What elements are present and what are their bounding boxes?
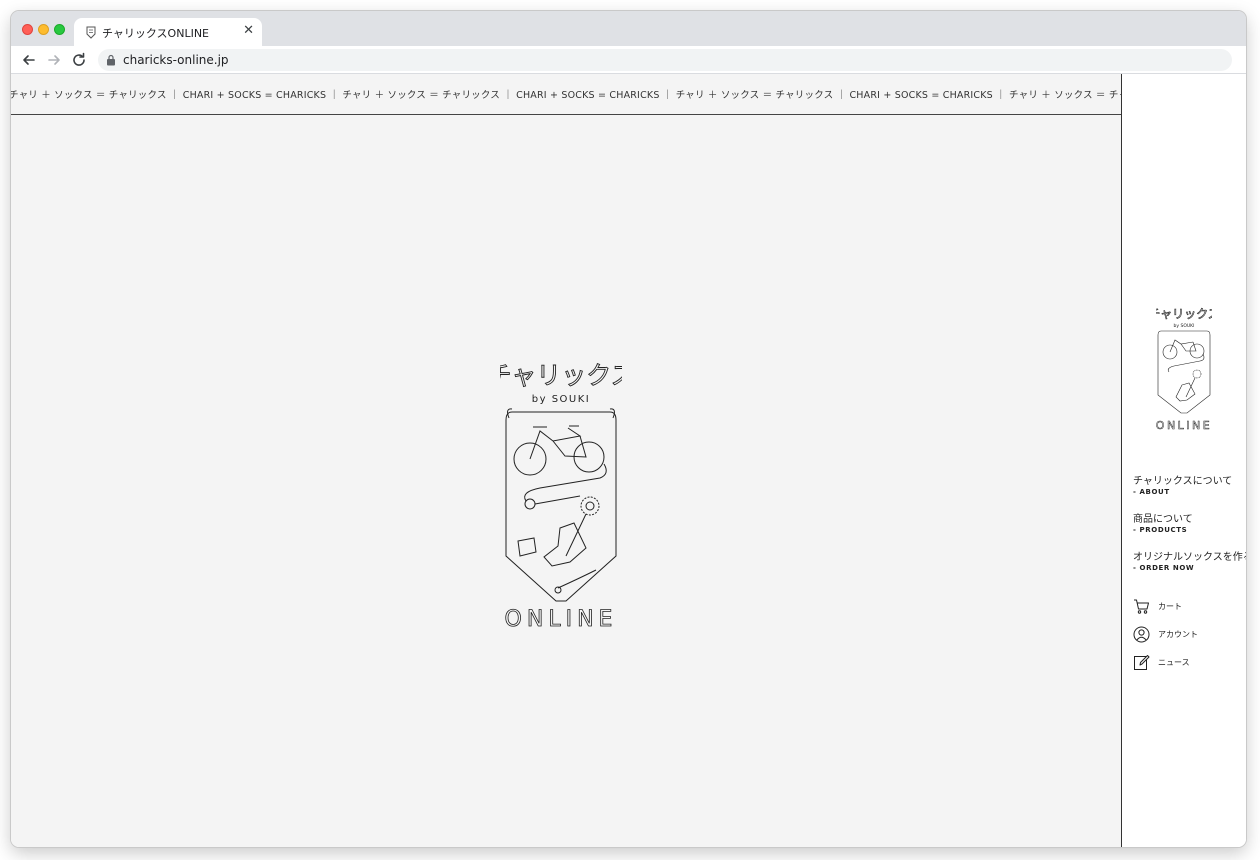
main-area: チャリ ＋ ソックス ＝ チャリックス ｜ CHARI + SOCKS = CH… (11, 74, 1121, 847)
menu-item-about[interactable]: チャリックスについて - ABOUT (1133, 472, 1232, 496)
marquee-ticker: チャリ ＋ ソックス ＝ チャリックス ｜ CHARI + SOCKS = CH… (11, 74, 1121, 115)
menu-item-label: 商品について (1133, 514, 1193, 525)
menu-item-products[interactable]: 商品について - PRODUCTS (1133, 510, 1193, 534)
sidebar-logo[interactable]: チャリックス by SOUKI ONLINE (1156, 305, 1212, 431)
logo-byline: by SOUKI (532, 394, 591, 405)
lock-icon[interactable] (106, 54, 116, 66)
menu-item-order-now[interactable]: オリジナルソックスを作る - ORDER NOW (1133, 548, 1246, 572)
page-content: チャリ ＋ ソックス ＝ チャリックス ｜ CHARI + SOCKS = CH… (11, 74, 1246, 847)
ticker-text: チャリ ＋ ソックス ＝ チャリックス ｜ CHARI + SOCKS = CH… (11, 90, 1121, 101)
menu-item-label: チャリックスについて (1133, 476, 1233, 487)
browser-toolbar: charicks-online.jp (11, 46, 1246, 74)
browser-tab[interactable]: チャリックスONLINE ✕ (74, 18, 262, 46)
browser-window: チャリックスONLINE ✕ charicks-online.jp チャリ ＋ … (11, 11, 1246, 847)
account-icon (1133, 626, 1150, 643)
sidebar-logo-title: チャリックス (1156, 307, 1212, 321)
cart-label: カート (1158, 602, 1182, 611)
menu-item-sublabel: - ORDER NOW (1133, 564, 1195, 572)
minimize-window-button[interactable] (38, 24, 49, 35)
address-bar[interactable]: charicks-online.jp (98, 49, 1232, 71)
reload-icon[interactable] (70, 51, 88, 69)
sidebar: チャリックス by SOUKI ONLINE チャリックスについて - ABOU… (1121, 74, 1246, 847)
site-favicon-icon (86, 26, 96, 39)
sidebar-logo-bottom: ONLINE (1156, 419, 1212, 431)
tab-bar: チャリックスONLINE ✕ (11, 11, 1246, 46)
maximize-window-button[interactable] (54, 24, 65, 35)
news-icon (1134, 655, 1150, 670)
charicks-main-logo[interactable]: チャリックス by SOUKI ONLINE (500, 356, 622, 631)
close-window-button[interactable] (22, 24, 33, 35)
menu-item-sublabel: - ABOUT (1133, 488, 1170, 496)
menu-item-label: オリジナルソックスを作る (1133, 552, 1246, 563)
account-label: アカウント (1158, 630, 1198, 639)
tab-title: チャリックスONLINE (102, 27, 209, 40)
logo-title: チャリックス (500, 361, 622, 390)
url-text: charicks-online.jp (123, 53, 229, 67)
menu-item-sublabel: - PRODUCTS (1133, 526, 1188, 534)
cart-icon (1134, 599, 1149, 614)
forward-arrow-icon[interactable] (45, 51, 63, 69)
sidebar-logo-byline: by SOUKI (1174, 323, 1195, 329)
back-arrow-icon[interactable] (20, 51, 38, 69)
tab-close-icon[interactable]: ✕ (243, 24, 254, 38)
news-label: ニュース (1158, 658, 1190, 667)
logo-bottom-text: ONLINE (505, 607, 618, 631)
